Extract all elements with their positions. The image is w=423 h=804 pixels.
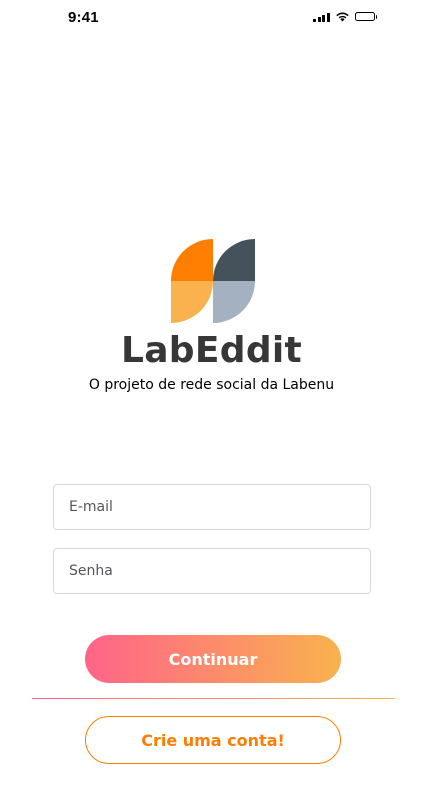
status-icons bbox=[313, 11, 377, 22]
app-tagline: O projeto de rede social da Labenu bbox=[88, 377, 335, 393]
status-time: 9:41 bbox=[68, 9, 99, 26]
status-bar: 9:41 bbox=[0, 0, 423, 36]
labeddit-logo-icon bbox=[171, 239, 255, 323]
continue-button[interactable]: Continuar bbox=[85, 635, 341, 683]
divider bbox=[32, 698, 395, 699]
wifi-icon bbox=[335, 12, 349, 22]
password-field[interactable] bbox=[53, 548, 371, 594]
app-title: LabEddit bbox=[120, 330, 303, 371]
create-account-button[interactable]: Crie uma conta! bbox=[85, 716, 341, 764]
cellular-signal-icon bbox=[313, 12, 330, 22]
email-field[interactable] bbox=[53, 484, 371, 530]
battery-icon bbox=[354, 12, 377, 21]
